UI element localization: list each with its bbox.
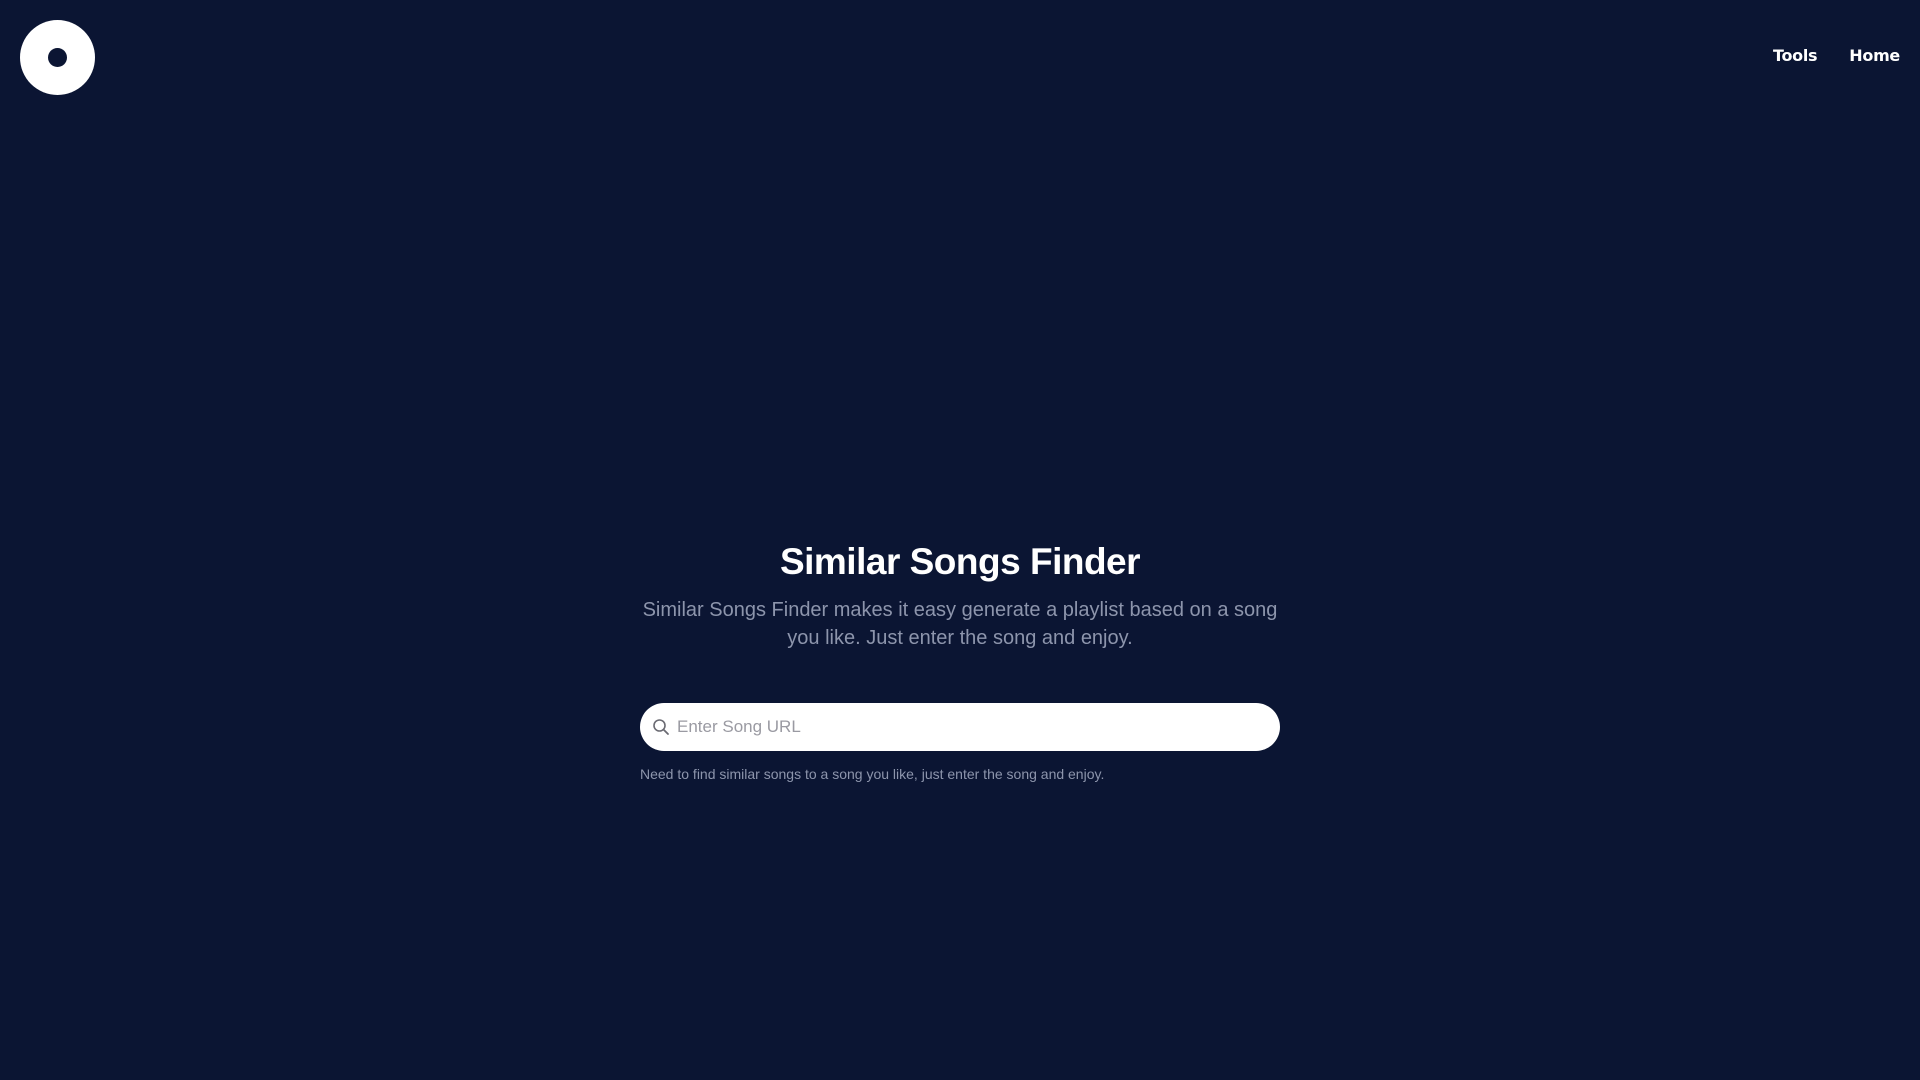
helper-text: Need to find similar songs to a song you…	[640, 766, 1105, 782]
search-icon	[651, 717, 671, 737]
page: Tools Home Similar Songs Finder Similar …	[0, 0, 1920, 1080]
page-title: Similar Songs Finder	[779, 541, 1141, 582]
nav-link-tools[interactable]: Tools	[1773, 46, 1818, 65]
logo-dot-icon	[48, 48, 67, 67]
logo[interactable]	[20, 20, 95, 95]
top-nav: Tools Home	[1773, 46, 1900, 65]
search-bar[interactable]	[640, 703, 1280, 751]
song-url-input[interactable]	[677, 707, 1257, 747]
page-description: Similar Songs Finder makes it easy gener…	[642, 599, 1278, 649]
hero: Similar Songs Finder Similar Songs Finde…	[640, 538, 1280, 652]
nav-link-home[interactable]: Home	[1849, 46, 1900, 65]
